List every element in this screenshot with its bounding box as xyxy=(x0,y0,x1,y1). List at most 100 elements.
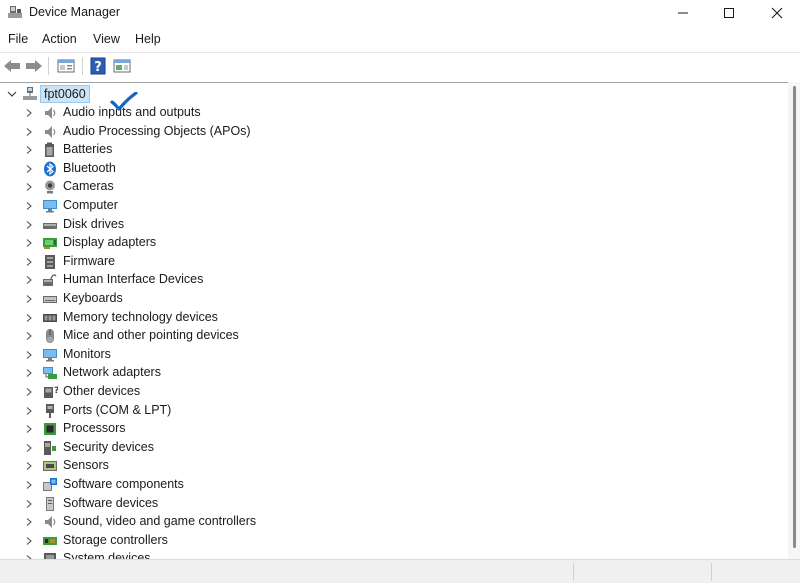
chevron-right-icon[interactable] xyxy=(24,368,34,378)
chevron-right-icon[interactable] xyxy=(24,387,34,397)
system-device-icon xyxy=(44,553,56,559)
maximize-button[interactable] xyxy=(706,0,752,26)
tree-node-label[interactable]: Other devices xyxy=(63,384,140,399)
tree-node[interactable]: System devices xyxy=(0,550,400,559)
tree-node-label[interactable]: Mice and other pointing devices xyxy=(63,328,239,343)
details-pane-icon xyxy=(113,59,131,73)
tree-node[interactable]: Network adapters xyxy=(0,364,400,382)
tree-node-label[interactable]: Storage controllers xyxy=(63,533,168,548)
tree-node-label[interactable]: Sensors xyxy=(63,458,109,473)
tree-root[interactable]: fpt0060 xyxy=(0,85,300,103)
tree-node[interactable]: Sensors xyxy=(0,457,400,475)
tree-node[interactable]: Firmware xyxy=(0,253,400,271)
tree-node[interactable]: Software components xyxy=(0,476,400,494)
chevron-right-icon[interactable] xyxy=(24,406,34,416)
properties-button[interactable] xyxy=(55,56,77,76)
tree-node[interactable]: Sound, video and game controllers xyxy=(0,513,400,531)
tree-node[interactable]: Audio Processing Objects (APOs) xyxy=(0,123,400,141)
chevron-right-icon[interactable] xyxy=(24,331,34,341)
tree-node-label[interactable]: Bluetooth xyxy=(63,161,116,176)
tree-node[interactable]: Disk drives xyxy=(0,216,400,234)
chevron-right-icon[interactable] xyxy=(24,499,34,509)
chevron-right-icon[interactable] xyxy=(24,350,34,360)
tree-node[interactable]: Mice and other pointing devices xyxy=(0,327,400,345)
tree-node-label[interactable]: Ports (COM & LPT) xyxy=(63,403,171,418)
tree-node[interactable]: Ports (COM & LPT) xyxy=(0,402,400,420)
tree-node-label[interactable]: Firmware xyxy=(63,254,115,269)
tree-node[interactable]: Display adapters xyxy=(0,234,400,252)
tree-node[interactable]: Human Interface Devices xyxy=(0,271,400,289)
tree-node[interactable]: Cameras xyxy=(0,178,400,196)
chevron-right-icon[interactable] xyxy=(24,108,34,118)
tree-node-label[interactable]: Keyboards xyxy=(63,291,123,306)
menu-help[interactable]: Help xyxy=(135,32,161,46)
chevron-down-icon[interactable] xyxy=(6,88,18,100)
mouse-icon xyxy=(46,329,54,344)
chevron-right-icon[interactable] xyxy=(24,238,34,248)
tree-node[interactable]: Memory technology devices xyxy=(0,309,400,327)
tree-node-label[interactable]: Security devices xyxy=(63,440,154,455)
chevron-right-icon[interactable] xyxy=(24,313,34,323)
vertical-scrollbar[interactable] xyxy=(788,82,800,559)
chevron-right-icon[interactable] xyxy=(24,275,34,285)
tree-node-label[interactable]: Computer xyxy=(63,198,118,213)
tree-node-label[interactable]: Memory technology devices xyxy=(63,310,218,325)
tree-node-label[interactable]: Batteries xyxy=(63,142,112,157)
tree-node[interactable]: Batteries xyxy=(0,141,400,159)
chevron-right-icon[interactable] xyxy=(24,517,34,527)
tree-node[interactable]: Security devices xyxy=(0,439,400,457)
chevron-right-icon[interactable] xyxy=(24,220,34,230)
tree-node[interactable]: Keyboards xyxy=(0,290,400,308)
tree-node[interactable]: Software devices xyxy=(0,495,400,513)
chevron-right-icon[interactable] xyxy=(24,480,34,490)
window-title: Device Manager xyxy=(29,5,121,19)
tree-node-label[interactable]: Human Interface Devices xyxy=(63,272,203,287)
tree-node-label[interactable]: Network adapters xyxy=(63,365,161,380)
menu-file[interactable]: File xyxy=(8,32,28,46)
tree-node-label[interactable]: Software components xyxy=(63,477,184,492)
chevron-right-icon[interactable] xyxy=(24,294,34,304)
forward-button[interactable] xyxy=(23,56,45,76)
chevron-right-icon[interactable] xyxy=(24,164,34,174)
security-device-icon xyxy=(44,440,56,455)
firmware-icon xyxy=(45,254,55,269)
hid-icon xyxy=(43,274,57,287)
device-tree[interactable]: fpt0060 Audio inputs and outputs Audio Pr… xyxy=(0,82,788,559)
scrollbar-thumb[interactable] xyxy=(793,86,796,548)
status-bar xyxy=(0,559,800,583)
chevron-right-icon[interactable] xyxy=(24,201,34,211)
chevron-right-icon[interactable] xyxy=(24,461,34,471)
chevron-right-icon[interactable] xyxy=(24,443,34,453)
tree-node[interactable]: Bluetooth xyxy=(0,160,400,178)
unknown-device-icon: ? xyxy=(44,386,58,398)
chevron-right-icon[interactable] xyxy=(24,424,34,434)
back-button[interactable] xyxy=(1,56,23,76)
menu-action[interactable]: Action xyxy=(42,32,77,46)
tree-node[interactable]: Processors xyxy=(0,420,400,438)
tree-node-label[interactable]: Software devices xyxy=(63,496,158,511)
tree-root-label[interactable]: fpt0060 xyxy=(40,85,90,103)
tree-node[interactable]: Storage controllers xyxy=(0,532,400,550)
tree-node[interactable]: Monitors xyxy=(0,346,400,364)
tree-node-label[interactable]: Display adapters xyxy=(63,235,156,250)
tree-node-label[interactable]: Monitors xyxy=(63,347,111,362)
tree-node-label[interactable]: System devices xyxy=(63,551,151,559)
tree-node-label[interactable]: Processors xyxy=(63,421,126,436)
chevron-right-icon[interactable] xyxy=(24,536,34,546)
details-pane-button[interactable] xyxy=(111,56,133,76)
menu-view[interactable]: View xyxy=(93,32,120,46)
tree-node-label[interactable]: Cameras xyxy=(63,179,114,194)
tree-node-label[interactable]: Audio Processing Objects (APOs) xyxy=(63,124,251,139)
help-button[interactable]: ? xyxy=(87,56,109,76)
chevron-right-icon[interactable] xyxy=(24,257,34,267)
tree-node[interactable]: Audio inputs and outputs xyxy=(0,104,400,122)
tree-node[interactable]: Computer xyxy=(0,197,400,215)
chevron-right-icon[interactable] xyxy=(24,182,34,192)
chevron-right-icon[interactable] xyxy=(24,145,34,155)
tree-node-label[interactable]: Sound, video and game controllers xyxy=(63,514,256,529)
close-button[interactable] xyxy=(754,0,800,26)
minimize-button[interactable] xyxy=(660,0,706,26)
tree-node-label[interactable]: Disk drives xyxy=(63,217,124,232)
chevron-right-icon[interactable] xyxy=(24,127,34,137)
tree-node[interactable]: ? Other devices xyxy=(0,383,400,401)
